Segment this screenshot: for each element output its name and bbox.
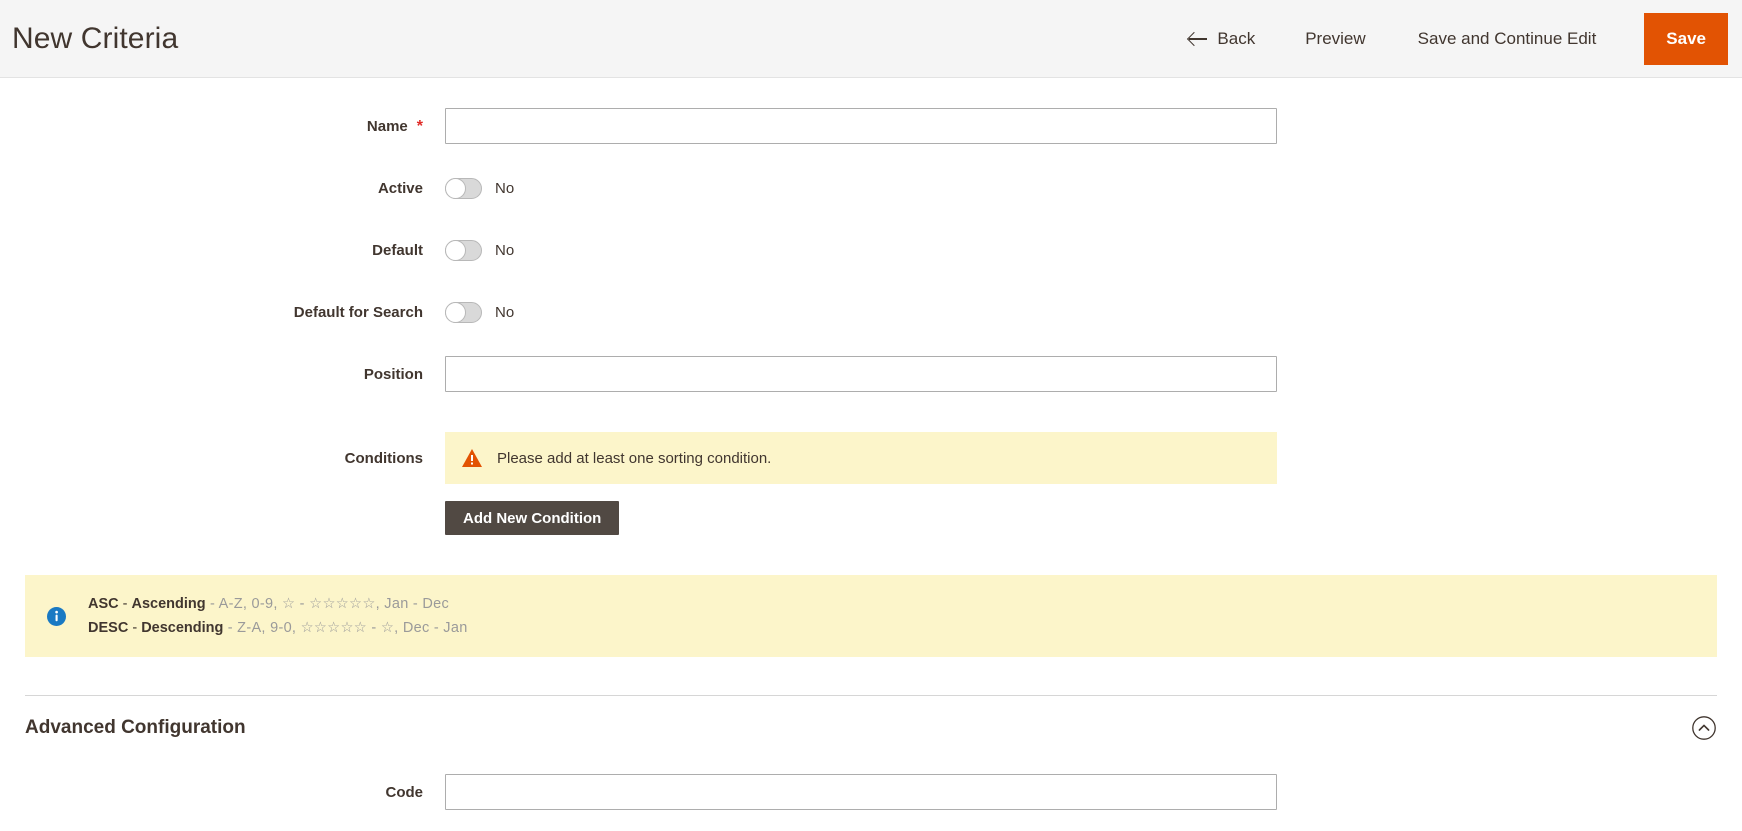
field-row-name: Name * <box>0 108 1742 170</box>
active-toggle-state: No <box>495 180 514 197</box>
notice-asc-code: ASC <box>88 596 119 612</box>
notice-asc-detail: - A-Z, 0-9, ☆ - ☆☆☆☆☆, Jan - Dec <box>206 596 449 612</box>
sort-direction-notice: ASC - Ascending - A-Z, 0-9, ☆ - ☆☆☆☆☆, J… <box>25 575 1717 657</box>
name-control <box>445 108 1742 144</box>
conditions-warning-box: Please add at least one sorting conditio… <box>445 432 1277 484</box>
field-row-conditions: Conditions Please add at least one sorti… <box>0 432 1742 535</box>
sort-direction-notice-lines: ASC - Ascending - A-Z, 0-9, ☆ - ☆☆☆☆☆, J… <box>88 592 468 640</box>
chevron-up-circle-icon[interactable] <box>1691 715 1717 741</box>
default-for-search-toggle-state: No <box>495 304 514 321</box>
field-row-default: Default No <box>0 232 1742 294</box>
save-button[interactable]: Save <box>1644 13 1728 65</box>
conditions-control: Please add at least one sorting conditio… <box>445 432 1742 535</box>
active-control: No <box>445 170 1742 206</box>
conditions-warning-text: Please add at least one sorting conditio… <box>497 450 771 467</box>
preview-button-label: Preview <box>1305 29 1365 49</box>
info-circle-icon <box>47 607 66 626</box>
default-toggle[interactable] <box>445 240 482 261</box>
notice-line-asc: ASC - Ascending - A-Z, 0-9, ☆ - ☆☆☆☆☆, J… <box>88 592 468 616</box>
name-label-text: Name <box>367 118 408 135</box>
code-input[interactable] <box>445 774 1277 810</box>
code-label: Code <box>0 774 445 810</box>
arrow-left-icon <box>1189 29 1208 48</box>
default-label: Default <box>0 232 445 268</box>
back-button[interactable]: Back <box>1169 0 1279 77</box>
default-for-search-toggle-knob <box>445 302 466 323</box>
default-for-search-control: No <box>445 294 1742 330</box>
page-title: New Criteria <box>12 24 178 54</box>
active-toggle[interactable] <box>445 178 482 199</box>
name-label: Name * <box>0 108 445 144</box>
default-control: No <box>445 232 1742 268</box>
preview-button[interactable]: Preview <box>1279 0 1391 77</box>
name-input[interactable] <box>445 108 1277 144</box>
back-button-label: Back <box>1217 29 1255 49</box>
position-input[interactable] <box>445 356 1277 392</box>
notice-line-desc: DESC - Descending - Z-A, 9-0, ☆☆☆☆☆ - ☆,… <box>88 616 468 640</box>
active-label: Active <box>0 170 445 206</box>
notice-desc-sep: - <box>128 620 141 636</box>
save-and-continue-edit-label: Save and Continue Edit <box>1418 29 1597 49</box>
default-for-search-label: Default for Search <box>0 294 445 330</box>
add-new-condition-button[interactable]: Add New Condition <box>445 501 619 535</box>
notice-asc-sep: - <box>119 596 132 612</box>
notice-desc-name: Descending <box>141 620 223 636</box>
position-control <box>445 356 1742 392</box>
active-toggle-knob <box>445 178 466 199</box>
field-row-code: Code <box>0 774 1742 810</box>
advanced-configuration-header[interactable]: Advanced Configuration <box>25 696 1717 760</box>
warning-triangle-icon <box>461 448 483 468</box>
code-control <box>445 774 1742 810</box>
save-and-continue-edit-button[interactable]: Save and Continue Edit <box>1392 0 1623 77</box>
field-row-active: Active No <box>0 170 1742 232</box>
form-area: Name * Active No Default No <box>0 78 1742 535</box>
default-toggle-knob <box>445 240 466 261</box>
field-row-default-for-search: Default for Search No <box>0 294 1742 356</box>
conditions-label: Conditions <box>0 432 445 468</box>
page-header: New Criteria Back Preview Save and Conti… <box>0 0 1742 78</box>
header-actions: Back Preview Save and Continue Edit Save <box>1169 0 1742 77</box>
notice-desc-code: DESC <box>88 620 128 636</box>
position-label: Position <box>0 356 445 392</box>
notice-asc-name: Ascending <box>132 596 206 612</box>
field-row-position: Position <box>0 356 1742 418</box>
advanced-configuration-title: Advanced Configuration <box>25 717 246 739</box>
default-toggle-state: No <box>495 242 514 259</box>
required-marker: * <box>417 119 423 135</box>
default-for-search-toggle[interactable] <box>445 302 482 323</box>
notice-desc-detail: - Z-A, 9-0, ☆☆☆☆☆ - ☆, Dec - Jan <box>223 620 467 636</box>
